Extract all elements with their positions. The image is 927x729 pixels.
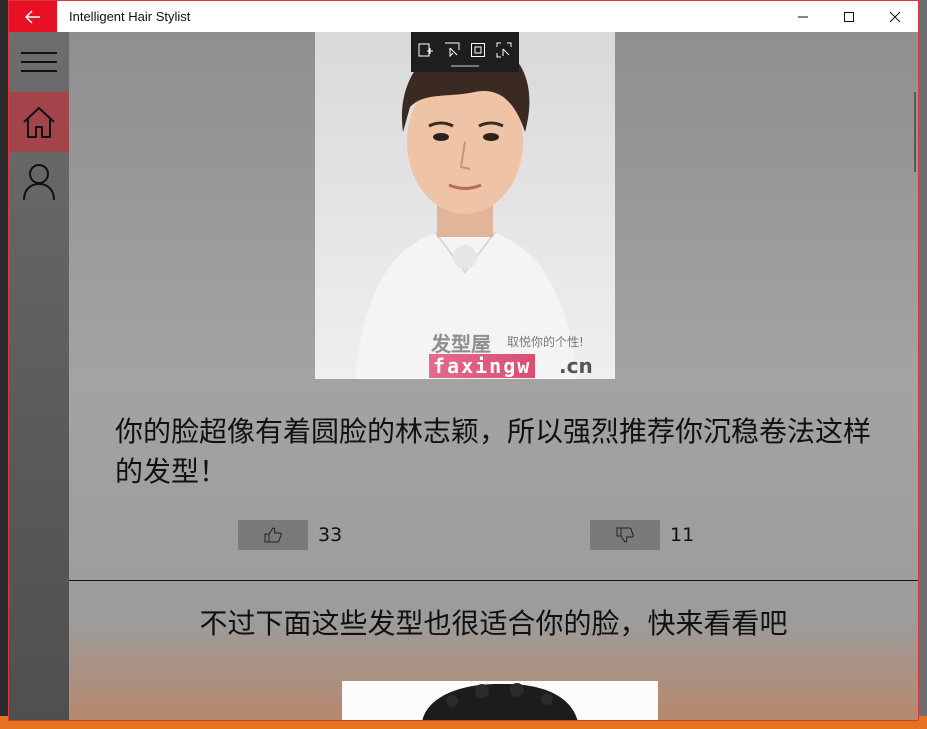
- hamburger-icon: [21, 52, 57, 72]
- watermark-tld: .cn: [559, 354, 593, 378]
- home-icon: [23, 107, 55, 138]
- back-button[interactable]: [9, 1, 57, 32]
- window-title: Intelligent Hair Stylist: [69, 9, 191, 24]
- scrollbar-thumb[interactable]: [914, 92, 916, 172]
- add-frame-icon: [418, 43, 433, 57]
- nav-item-profile[interactable]: [9, 152, 69, 212]
- desktop-background-right: [919, 0, 927, 729]
- like-button[interactable]: [238, 520, 308, 550]
- tool-add-button[interactable]: [416, 40, 436, 60]
- watermark-domain: faxingw: [429, 354, 536, 378]
- select-pointer-icon: [445, 42, 460, 58]
- minimize-button[interactable]: [780, 1, 826, 32]
- thumbs-down-icon: [616, 527, 634, 543]
- like-count: 33: [318, 524, 343, 546]
- watermark-brand: 发型屋: [431, 332, 491, 356]
- navigation-rail: [9, 32, 69, 720]
- watermark-slogan: 取悦你的个性!: [507, 335, 584, 349]
- minimize-icon: [798, 16, 808, 17]
- vertical-scrollbar[interactable]: [912, 32, 918, 720]
- section-divider: [69, 580, 918, 581]
- suggested-hairstyle-photo[interactable]: [342, 681, 658, 720]
- tool-select-button[interactable]: [442, 40, 462, 60]
- main-content: 发型屋 取悦你的个性! faxingw .cn 你的脸超像有着圆脸的林志颖，所以…: [69, 32, 918, 720]
- portrait-illustration: [355, 39, 577, 379]
- window-controls: [780, 1, 918, 32]
- capture-toolbar: [411, 32, 519, 72]
- title-bar: Intelligent Hair Stylist: [9, 1, 918, 32]
- dislike-button[interactable]: [590, 520, 660, 550]
- expand-select-icon: [496, 42, 512, 58]
- tool-frame-button[interactable]: [468, 40, 488, 60]
- toolbar-drag-handle[interactable]: [451, 65, 479, 67]
- app-window: Intelligent Hair Stylist 发型屋 取悦你的个性! fax…: [8, 0, 919, 721]
- suggestions-heading: 不过下面这些发型也很适合你的脸，快来看看吧: [199, 607, 788, 640]
- thumbs-up-icon: [264, 527, 282, 543]
- maximize-button[interactable]: [826, 1, 872, 32]
- close-button[interactable]: [872, 1, 918, 32]
- dislike-count: 11: [670, 524, 695, 546]
- person-icon: [23, 164, 55, 201]
- tool-expand-button[interactable]: [494, 40, 514, 60]
- curly-hair-illustration: [422, 683, 578, 720]
- back-arrow-icon: [25, 9, 40, 24]
- maximize-icon: [844, 11, 854, 22]
- nav-item-home[interactable]: [9, 92, 69, 152]
- close-icon: [889, 11, 901, 22]
- desktop-background-left: [0, 0, 8, 729]
- frame-icon: [471, 43, 485, 57]
- nav-menu-toggle[interactable]: [9, 32, 69, 92]
- match-description: 你的脸超像有着圆脸的林志颖，所以强烈推荐你沉稳卷法这样的发型！: [115, 415, 872, 488]
- matched-celebrity-photo: 发型屋 取悦你的个性! faxingw .cn: [315, 32, 615, 379]
